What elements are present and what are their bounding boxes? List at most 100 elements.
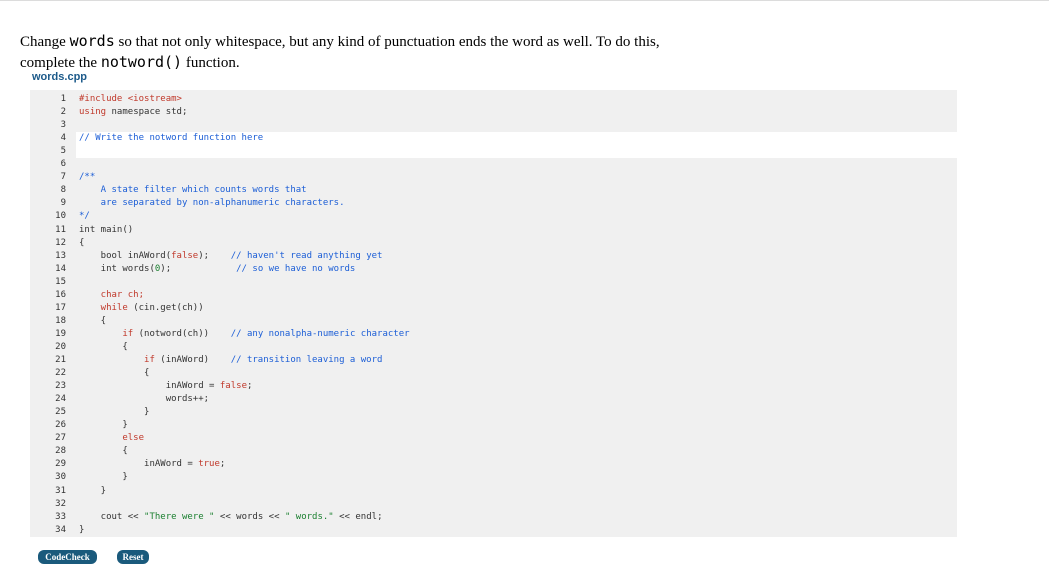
- code-token: A state filter which counts words that: [79, 185, 307, 196]
- code-token: inAWord =: [79, 459, 199, 470]
- code-line[interactable]: 8 A state filter which counts words that: [30, 184, 957, 197]
- code-text: if (notword(ch)) // any nonalpha-numeric…: [79, 328, 409, 341]
- code-text: #include <iostream>: [79, 93, 182, 106]
- code-text: while (cin.get(ch)): [79, 302, 204, 315]
- code-editor[interactable]: 1 #include <iostream> 2 using namespace std…: [30, 90, 957, 537]
- code-line[interactable]: 18 {: [30, 315, 957, 328]
- reset-button[interactable]: Reset: [117, 550, 149, 564]
- inline-code-notword: notword(): [100, 53, 183, 71]
- line-number: 2: [60, 107, 66, 118]
- line-number: 4: [60, 133, 66, 144]
- line-number: 28: [55, 446, 66, 457]
- code-text: char ch;: [79, 289, 144, 302]
- line-number: 15: [55, 276, 66, 287]
- code-line[interactable]: 3: [30, 119, 957, 132]
- line-number: 16: [55, 289, 66, 300]
- code-line[interactable]: 4 // Write the notword function here: [30, 132, 957, 145]
- code-line[interactable]: 17 while (cin.get(ch)): [30, 302, 957, 315]
- code-token: while: [79, 302, 128, 313]
- code-text: else: [79, 432, 144, 445]
- code-line[interactable]: 22 {: [30, 367, 957, 380]
- line-number: 34: [55, 524, 66, 535]
- code-token: /**: [79, 172, 96, 183]
- code-token: }: [79, 524, 85, 535]
- code-line[interactable]: 16 char ch;: [30, 289, 957, 302]
- code-line[interactable]: 12 {: [30, 237, 957, 250]
- code-text: }: [79, 471, 127, 484]
- code-line[interactable]: 31 }: [30, 485, 957, 498]
- file-name: words.cpp: [32, 71, 88, 83]
- code-line[interactable]: 30 }: [30, 471, 957, 484]
- code-line[interactable]: 9 are separated by non-alphanumeric char…: [30, 197, 957, 210]
- code-token: << endl;: [333, 511, 383, 522]
- code-token: (inAWord): [154, 355, 231, 365]
- code-line[interactable]: 15: [30, 276, 957, 289]
- code-text: inAWord = true;: [79, 458, 225, 471]
- code-text: are separated by non-alphanumeric charac…: [79, 197, 345, 210]
- line-number: 6: [60, 159, 66, 170]
- code-text: // Write the notword function here: [79, 132, 263, 145]
- code-line[interactable]: 32: [30, 498, 957, 511]
- code-token: (cin.get(ch)): [127, 302, 204, 313]
- code-line[interactable]: 20 {: [30, 341, 957, 354]
- code-text: int words(0); // so we have no words: [79, 263, 356, 276]
- code-token: }: [79, 485, 107, 496]
- code-token: else: [79, 433, 145, 444]
- line-number: 31: [55, 485, 66, 496]
- line-number: 19: [55, 328, 66, 339]
- code-text: }: [79, 406, 149, 419]
- code-token: if: [79, 355, 155, 365]
- line-number: 7: [60, 172, 66, 183]
- code-line[interactable]: 14 int words(0); // so we have no words: [30, 263, 957, 276]
- code-line[interactable]: 33 cout << "There were " << words << " w…: [30, 511, 957, 524]
- code-line[interactable]: 23 inAWord = false;: [30, 380, 957, 393]
- code-text: */: [79, 210, 90, 223]
- code-line[interactable]: 10 */: [30, 210, 957, 223]
- line-number: 23: [55, 381, 66, 392]
- code-token: // so we have no words: [236, 263, 356, 274]
- code-text: }: [79, 485, 106, 498]
- code-line[interactable]: 11 int main(): [30, 224, 957, 237]
- code-text: if (inAWord) // transition leaving a wor…: [79, 354, 382, 367]
- code-line[interactable]: 7 /**: [30, 171, 957, 184]
- line-number: 18: [55, 315, 66, 326]
- code-text: {: [79, 237, 84, 250]
- code-line[interactable]: 2 using namespace std;: [30, 106, 957, 119]
- code-token: words++;: [79, 394, 210, 405]
- line-number: 25: [55, 407, 66, 418]
- line-number: 24: [55, 394, 66, 405]
- line-number: 26: [55, 420, 66, 431]
- line-number: 29: [55, 459, 66, 470]
- code-line[interactable]: 29 inAWord = true;: [30, 458, 957, 471]
- code-line[interactable]: 13 bool inAWord(false); // haven't read …: [30, 250, 957, 263]
- code-token: true: [198, 459, 220, 470]
- code-text: /**: [79, 171, 95, 184]
- line-number: 33: [55, 511, 66, 522]
- line-number: 21: [55, 355, 66, 365]
- code-token: {: [79, 368, 150, 379]
- code-line[interactable]: 26 }: [30, 419, 957, 432]
- code-text: {: [79, 341, 127, 354]
- code-line[interactable]: 27 else: [30, 432, 957, 445]
- codecheck-button[interactable]: CodeCheck: [38, 550, 97, 564]
- code-token: (notword(ch)): [133, 328, 231, 339]
- code-line[interactable]: 21 if (inAWord) // transition leaving a …: [30, 354, 957, 367]
- code-line[interactable]: 5: [30, 145, 957, 158]
- code-line[interactable]: 6: [30, 158, 957, 171]
- line-number: 1: [60, 94, 66, 104]
- line-number: 10: [55, 211, 66, 222]
- code-line[interactable]: 1 #include <iostream>: [30, 93, 957, 106]
- code-line[interactable]: 24 words++;: [30, 393, 957, 406]
- code-line[interactable]: 25 }: [30, 406, 957, 419]
- code-token: namespace std;: [111, 107, 188, 118]
- code-token: "There were ": [144, 511, 215, 522]
- code-line[interactable]: 19 if (notword(ch)) // any nonalpha-nume…: [30, 328, 957, 341]
- code-line[interactable]: 34}: [30, 524, 957, 537]
- line-number: 5: [60, 146, 66, 157]
- code-token: {: [79, 446, 128, 457]
- code-line[interactable]: 28 {: [30, 445, 957, 458]
- line-number: 9: [60, 198, 66, 209]
- code-token: char ch;: [79, 289, 145, 300]
- code-token: using: [79, 107, 112, 118]
- line-number: 13: [55, 250, 66, 261]
